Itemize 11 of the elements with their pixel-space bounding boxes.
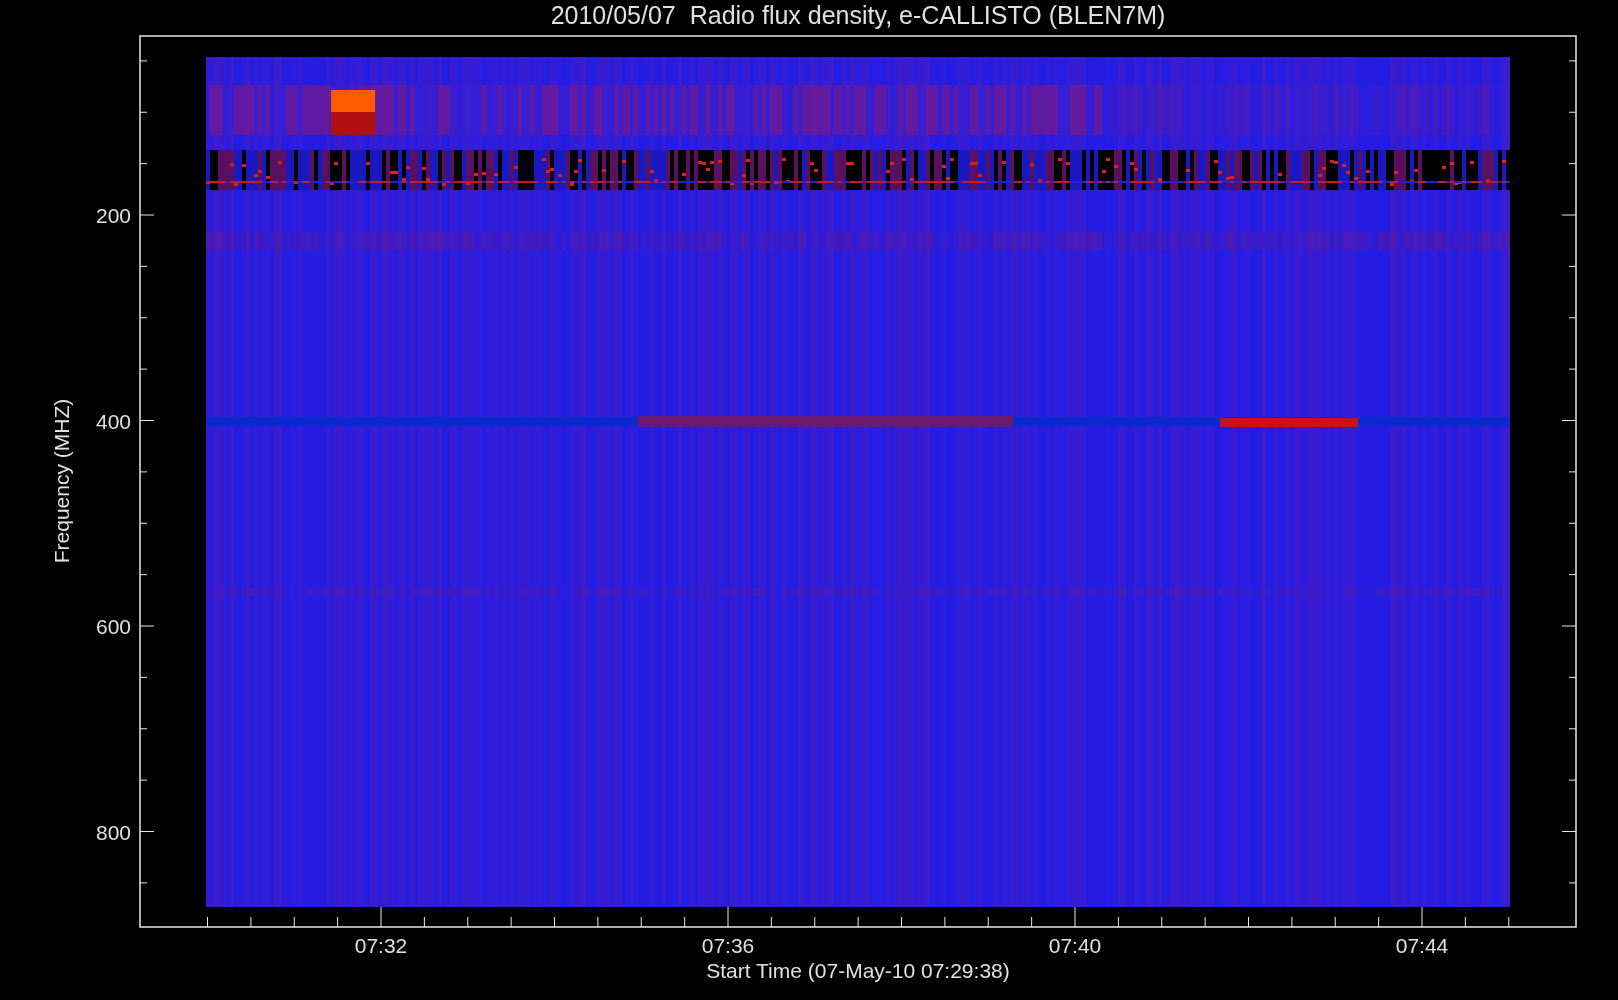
- y-axis-label: Frequency (MHZ): [50, 398, 73, 564]
- y-tick-label: 600: [95, 615, 131, 638]
- x-axis-label: Start Time (07-May-10 07:29:38): [706, 959, 1010, 982]
- x-tick-label: 07:40: [1048, 934, 1102, 957]
- x-tick-label: 07:36: [701, 934, 755, 957]
- y-tick-label: 800: [95, 820, 131, 844]
- x-tick-label: 07:32: [354, 934, 408, 957]
- y-tick-label: 400: [95, 409, 131, 433]
- x-tick-label: 07:44: [1395, 934, 1449, 957]
- chart-title: 2010/05/07 Radio flux density, e-CALLISTO (BLEN7M): [550, 1, 1166, 29]
- y-tick-label: 200: [95, 204, 131, 227]
